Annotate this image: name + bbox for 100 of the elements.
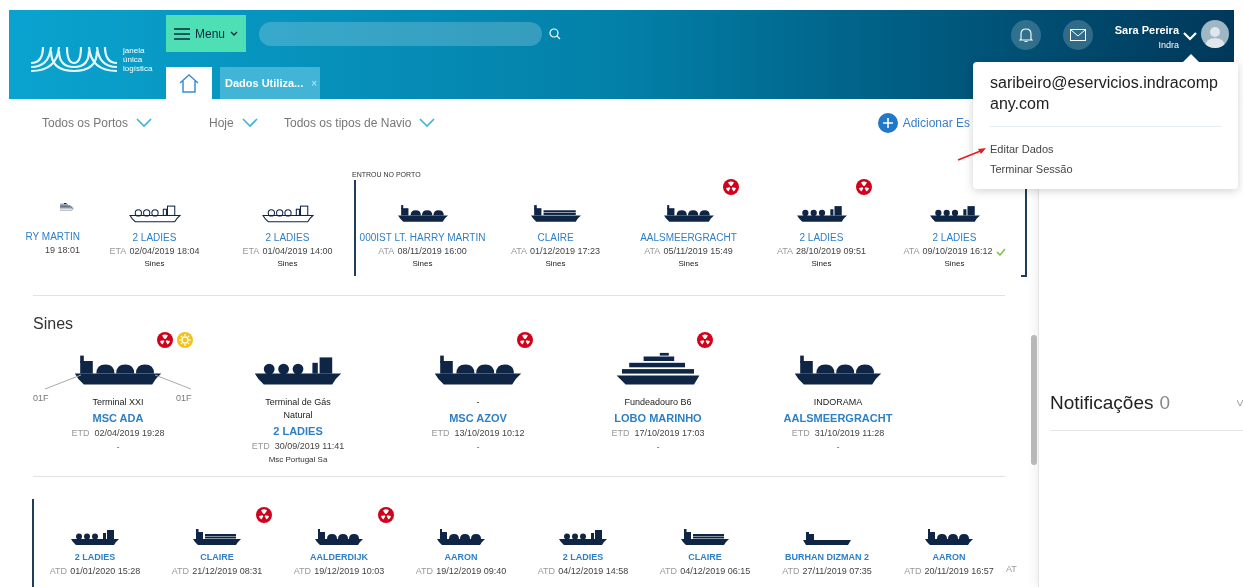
port-name: Sines <box>545 258 566 271</box>
user-name: Sara Pereira <box>1114 23 1179 38</box>
berth-name: Terminal XXI <box>91 396 145 409</box>
ship-name[interactable]: CLAIRE <box>537 229 574 245</box>
ship-name[interactable]: AALDERDIJK <box>310 551 368 565</box>
leader-line <box>153 374 193 390</box>
search-field[interactable] <box>259 21 542 46</box>
ship-name[interactable]: AALSMEERGRACHT <box>640 229 737 245</box>
page-tab[interactable]: Dados Utiliza... × <box>220 67 320 99</box>
time-label: ATA <box>510 244 528 258</box>
ship-name[interactable]: LOBO MARINHO <box>614 410 702 427</box>
departure-time: 20/11/2019 16:57 <box>924 564 994 578</box>
time-label: ETD <box>431 426 450 440</box>
filter-dropdown[interactable]: Hoje <box>209 114 284 132</box>
time-label: ETD <box>611 426 630 440</box>
filter-dropdown[interactable]: Todos os Portos <box>42 114 209 132</box>
time-label: ATD <box>659 564 678 578</box>
menu-icon <box>174 27 190 40</box>
radiation-badge-icon <box>517 332 533 348</box>
ship-icon <box>314 527 364 547</box>
departure-time: 01/01/2020 15:28 <box>70 564 141 578</box>
ship-name[interactable]: 2 LADIES <box>932 229 977 245</box>
ship-name[interactable]: AALSMEERGRACHT <box>783 410 893 427</box>
ship-name[interactable]: 2 LADIES <box>132 229 177 245</box>
ship-icon <box>436 527 486 547</box>
menu-item[interactable]: Terminar Sessão <box>990 159 1221 179</box>
menu-item[interactable]: Editar Dados <box>990 139 1221 159</box>
time-label: ATD <box>415 564 434 578</box>
ship-name[interactable]: MSC ADA <box>92 410 144 427</box>
ship-name[interactable]: BURHAN DIZMAN 2 <box>785 551 869 565</box>
ship-name[interactable]: AARON <box>444 551 478 565</box>
ship-name[interactable]: 2 LADIES <box>265 229 310 245</box>
panel-title: Notificações <box>1050 391 1154 415</box>
arrival-time: 01/12/2019 17:23 <box>530 244 601 258</box>
port-name: Sines <box>412 258 433 271</box>
sun-badge-icon <box>177 332 193 348</box>
scrollbar-thumb[interactable] <box>1031 335 1037 465</box>
radiation-badge-icon <box>722 179 739 195</box>
person-icon <box>1204 24 1226 48</box>
home-tab[interactable] <box>166 67 212 99</box>
agent-name: Msc Portugal Sa <box>268 454 328 466</box>
berth-name: - <box>475 396 481 409</box>
bell-icon <box>1018 27 1033 43</box>
departure-time: 27/11/2019 07:35 <box>802 564 872 578</box>
notifications-button[interactable] <box>1010 20 1041 50</box>
arrival-time: 19 18:01 <box>44 244 80 257</box>
ship-icon <box>70 527 120 547</box>
time-label: ATA <box>644 244 661 258</box>
agent-name: - <box>476 441 480 453</box>
chevron-down-icon <box>136 118 153 128</box>
departure-time: 04/12/2019 06:15 <box>680 564 751 578</box>
arrival-time: 09/10/2019 16:12 <box>922 244 993 258</box>
arrival-time: 05/11/2019 15:49 <box>663 244 733 258</box>
time-label: ATD <box>904 564 922 578</box>
time-label: ATD <box>49 564 68 578</box>
agent-name: - <box>836 441 840 453</box>
ship-name[interactable]: 2 LADIES <box>562 551 604 565</box>
add-button[interactable]: Adicionar Es <box>877 113 970 133</box>
chevron-down-icon <box>241 118 258 128</box>
arrow-annotation <box>957 146 987 162</box>
leader-line <box>43 374 83 390</box>
filter-dropdown[interactable]: Todos os tipos de Navio <box>284 114 436 132</box>
departure-time: 30/09/2019 11:41 <box>274 439 345 453</box>
radiation-badge-icon <box>157 332 173 348</box>
berth-name: Terminal de Gás Natural <box>264 396 332 422</box>
ship-name[interactable]: 2 LADIES <box>74 551 116 565</box>
ship-name[interactable]: 2 LADIES <box>273 423 323 440</box>
radiation-badge-icon <box>378 507 394 523</box>
ship-icon <box>558 527 608 547</box>
berth-name: Fundeadouro B6 <box>623 396 693 409</box>
departure-time: 02/04/2019 19:28 <box>94 426 165 440</box>
arrival-time: 02/04/2019 18:04 <box>129 244 200 258</box>
time-label: ETA <box>109 244 127 258</box>
time-label: ATD <box>293 564 312 578</box>
port-name: Sines <box>277 258 298 271</box>
logo-text: logística <box>123 64 153 73</box>
time-label: ETD <box>71 426 90 440</box>
time-label: ETD <box>791 426 810 440</box>
ship-name[interactable]: MSC AZOV <box>449 410 507 427</box>
ship-name[interactable]: AARON <box>932 551 966 565</box>
ship-name[interactable]: CLAIRE <box>688 551 722 565</box>
ship-name[interactable]: RY MARTIN <box>25 229 80 244</box>
ship-name[interactable]: CLAIRE <box>200 551 234 565</box>
departure-time: 19/12/2019 10:03 <box>314 564 385 578</box>
ship-name[interactable]: 000IST LT. HARRY MARTIN <box>359 229 486 245</box>
logo-text: única <box>123 55 144 64</box>
search-icon[interactable] <box>549 27 561 40</box>
home-icon <box>178 73 200 93</box>
menu-button[interactable]: Menu <box>166 15 246 52</box>
berth-code: 01F <box>176 392 192 405</box>
chevron-down-icon <box>419 118 436 128</box>
ship-name[interactable]: 2 LADIES <box>799 229 844 245</box>
tab-label: Dados Utiliza... <box>225 75 304 91</box>
departure-time: 19/12/2019 09:40 <box>436 564 507 578</box>
time-label: ATA <box>903 244 920 258</box>
radiation-badge-icon <box>697 332 713 348</box>
mail-icon <box>1069 29 1086 41</box>
logo-text: janela <box>123 46 146 55</box>
user-avatar[interactable] <box>1201 20 1229 48</box>
messages-button[interactable] <box>1062 20 1093 50</box>
